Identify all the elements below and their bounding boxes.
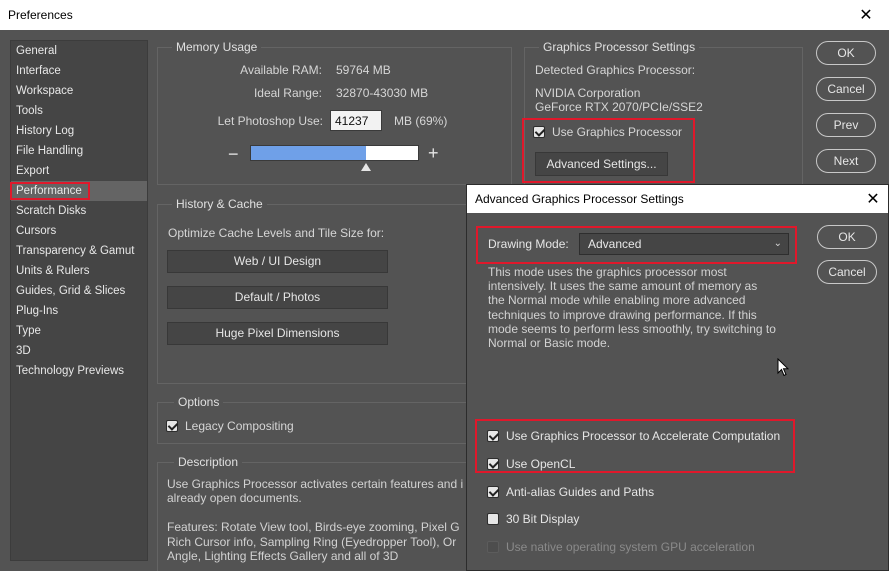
anti-alias-label: Anti-alias Guides and Paths <box>506 485 655 499</box>
sidebar-item-tools[interactable]: Tools <box>11 101 147 121</box>
ideal-range-label: Ideal Range: <box>253 86 322 100</box>
let-photoshop-use-label: Let Photoshop Use: <box>217 114 323 128</box>
huge-pixel-dimensions-button[interactable]: Huge Pixel Dimensions <box>167 322 388 345</box>
sidebar-item-scratch-disks[interactable]: Scratch Disks <box>11 201 147 221</box>
detected-gpu-label: Detected Graphics Processor: <box>535 63 696 77</box>
window-titlebar: Preferences ✕ <box>0 0 889 30</box>
highlight-drawing-mode <box>476 226 797 264</box>
mouse-cursor-icon <box>777 358 789 377</box>
gpu-vendor: NVIDIA Corporation <box>535 86 641 100</box>
anti-alias-checkbox[interactable] <box>487 486 499 498</box>
window-title: Preferences <box>8 8 73 22</box>
memory-slider-thumb[interactable] <box>361 163 371 171</box>
available-ram-value: 59764 MB <box>336 63 391 77</box>
sidebar-item-export[interactable]: Export <box>11 161 147 181</box>
gpu-settings-title: Graphics Processor Settings <box>539 40 700 54</box>
sidebar-item-plug-ins[interactable]: Plug-Ins <box>11 301 147 321</box>
sidebar-item-workspace[interactable]: Workspace <box>11 81 147 101</box>
optimize-cache-label: Optimize Cache Levels and Tile Size for: <box>168 226 385 240</box>
sidebar-item-units-rulers[interactable]: Units & Rulers <box>11 261 147 281</box>
memory-usage-title: Memory Usage <box>172 40 262 54</box>
advanced-ok-button[interactable]: OK <box>817 225 877 249</box>
ideal-range-value: 32870-43030 MB <box>336 86 429 100</box>
description-line-2: already open documents. <box>167 491 302 505</box>
mode-description-line-2: intensively. It uses the same amount of … <box>488 279 758 293</box>
mode-description-line-4: techniques to improve drawing performanc… <box>488 308 757 322</box>
mode-description-line-5: mode seems to perform less smoothly, try… <box>488 322 776 336</box>
sidebar-item-transparency-gamut[interactable]: Transparency & Gamut <box>11 241 147 261</box>
highlight-performance <box>10 182 90 200</box>
sidebar-item-file-handling[interactable]: File Handling <box>11 141 147 161</box>
prev-button[interactable]: Prev <box>816 113 876 137</box>
decrease-memory-icon[interactable]: − <box>228 144 239 165</box>
memory-percent-label: MB (69%) <box>394 114 448 128</box>
advanced-dialog-title: Advanced Graphics Processor Settings <box>475 192 684 206</box>
available-ram-label: Available RAM: <box>240 63 322 77</box>
memory-slider-fill <box>251 146 366 160</box>
sidebar-item-history-log[interactable]: History Log <box>11 121 147 141</box>
description-line-3: Features: Rotate View tool, Birds-eye zo… <box>167 520 460 534</box>
legacy-compositing-checkbox[interactable] <box>166 420 178 432</box>
advanced-close-icon[interactable]: ✕ <box>858 185 888 213</box>
description-line-1: Use Graphics Processor activates certain… <box>167 477 464 491</box>
sidebar-item-guides-grid-slices[interactable]: Guides, Grid & Slices <box>11 281 147 301</box>
highlight-compute-options <box>475 419 795 473</box>
description-line-5: Angle, Lighting Effects Gallery and all … <box>167 549 399 563</box>
ok-button[interactable]: OK <box>816 41 876 65</box>
sidebar-item-type[interactable]: Type <box>11 321 147 341</box>
description-title: Description <box>174 455 243 469</box>
description-line-4: Rich Cursor info, Sampling Ring (Eyedrop… <box>167 535 457 549</box>
increase-memory-icon[interactable]: + <box>428 143 439 164</box>
native-gpu-acceleration-label: Use native operating system GPU accelera… <box>506 540 755 554</box>
close-icon[interactable]: ✕ <box>843 0 889 30</box>
preferences-sidebar: General Interface Workspace Tools Histor… <box>10 40 148 561</box>
sidebar-item-interface[interactable]: Interface <box>11 61 147 81</box>
30-bit-display-checkbox[interactable] <box>487 513 499 525</box>
options-title: Options <box>174 395 224 409</box>
cancel-button[interactable]: Cancel <box>816 77 876 101</box>
sidebar-item-3d[interactable]: 3D <box>11 341 147 361</box>
native-gpu-acceleration-checkbox[interactable] <box>487 541 499 553</box>
default-photos-button[interactable]: Default / Photos <box>167 286 388 309</box>
advanced-dialog-titlebar: Advanced Graphics Processor Settings ✕ <box>467 185 888 213</box>
advanced-cancel-button[interactable]: Cancel <box>817 260 877 284</box>
memory-slider-track[interactable] <box>250 145 419 161</box>
mode-description-line-1: This mode uses the graphics processor mo… <box>488 265 727 279</box>
next-button[interactable]: Next <box>816 149 876 173</box>
history-cache-title: History & Cache <box>172 197 267 211</box>
legacy-compositing-label: Legacy Compositing <box>185 419 294 433</box>
sidebar-item-general[interactable]: General <box>11 41 147 61</box>
memory-amount-input[interactable]: 41237 <box>330 110 382 131</box>
mode-description-line-6: Normal or Basic mode. <box>488 336 611 350</box>
mode-description-line-3: the Normal mode while enabling more adva… <box>488 293 746 307</box>
sidebar-item-cursors[interactable]: Cursors <box>11 221 147 241</box>
highlight-use-gpu <box>522 118 695 183</box>
30-bit-display-label: 30 Bit Display <box>506 512 580 526</box>
advanced-gpu-dialog: Advanced Graphics Processor Settings ✕ D… <box>466 184 889 571</box>
web-ui-design-button[interactable]: Web / UI Design <box>167 250 388 273</box>
sidebar-item-technology-previews[interactable]: Technology Previews <box>11 361 147 381</box>
gpu-model: GeForce RTX 2070/PCIe/SSE2 <box>535 100 703 114</box>
